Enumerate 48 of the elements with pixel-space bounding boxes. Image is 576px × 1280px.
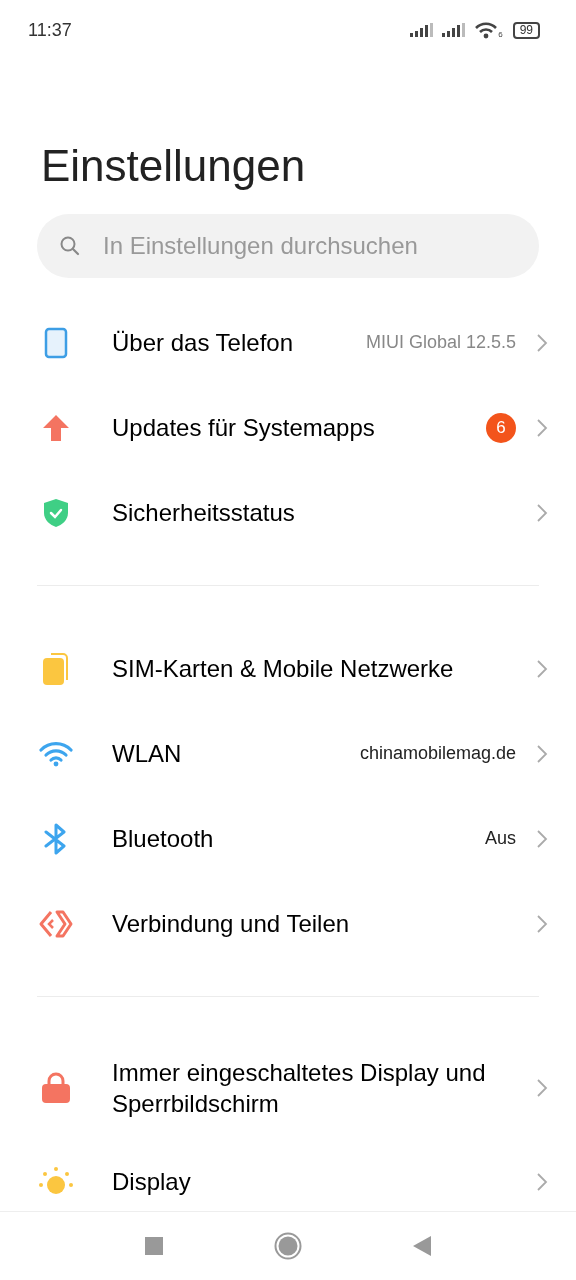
share-icon: [39, 908, 73, 939]
item-label: Verbindung und Teilen: [112, 909, 351, 939]
settings-item[interactable]: Display: [20, 1139, 548, 1211]
chevron-icon: [536, 332, 548, 353]
chevron-icon: [536, 828, 548, 849]
item-value: chinamobilemag.de: [359, 743, 516, 764]
settings-item[interactable]: Über das Telefon MIUI Global 12.5.5: [20, 300, 548, 385]
phone-icon: [44, 326, 68, 359]
settings-item[interactable]: Sicherheitsstatus: [20, 470, 548, 555]
settings-item[interactable]: Verbindung und Teilen: [20, 881, 548, 966]
status-time: 11:37: [28, 19, 72, 41]
chevron-icon: [536, 417, 548, 438]
settings-item[interactable]: Bluetooth Aus: [20, 796, 548, 881]
chevron-icon: [536, 502, 548, 523]
search-icon: [59, 235, 81, 257]
item-label: Updates für Systemapps: [112, 413, 376, 443]
back-button[interactable]: [412, 1235, 432, 1257]
settings-item[interactable]: SIM-Karten & Mobile Netzwerke: [20, 626, 548, 711]
item-label: WLAN: [112, 739, 183, 769]
chevron-icon: [536, 1078, 548, 1098]
settings-item[interactable]: WLAN chinamobilemag.de: [20, 711, 548, 796]
item-label: Über das Telefon: [112, 328, 294, 358]
item-label: SIM-Karten & Mobile Netzwerke: [112, 654, 455, 684]
item-label: Immer eingeschaltetes Display und Sperrbildschirm: [112, 1058, 487, 1119]
item-value: Aus: [484, 828, 516, 849]
home-button[interactable]: [274, 1232, 302, 1260]
search-field[interactable]: In Einstellungen durchsuchen: [37, 214, 539, 278]
item-value: MIUI Global 12.5.5: [365, 332, 516, 353]
page-title: Einstellungen: [41, 140, 307, 192]
lock-icon: [41, 1072, 71, 1104]
chevron-icon: [536, 743, 548, 764]
settings-item[interactable]: Updates für Systemapps 6: [20, 385, 548, 470]
wifi-icon: [474, 21, 499, 39]
shield-icon: [43, 497, 69, 528]
wifi-label: 6: [498, 30, 503, 39]
item-label: Bluetooth: [112, 824, 215, 854]
battery-indicator: 99: [512, 21, 540, 39]
arrow-up-icon: [42, 413, 70, 442]
item-label: Display: [112, 1167, 192, 1197]
chevron-icon: [536, 913, 548, 934]
count-badge: 6: [486, 412, 516, 443]
wifi-icon: [39, 740, 73, 767]
chevron-icon: [536, 658, 548, 679]
recents-button[interactable]: [144, 1236, 164, 1256]
chevron-icon: [536, 1171, 548, 1192]
settings-item[interactable]: Immer eingeschaltetes Display und Sperrbildschirm: [20, 1037, 548, 1139]
sim-card-icon: [41, 651, 71, 686]
item-label: Sicherheitsstatus: [112, 498, 296, 528]
